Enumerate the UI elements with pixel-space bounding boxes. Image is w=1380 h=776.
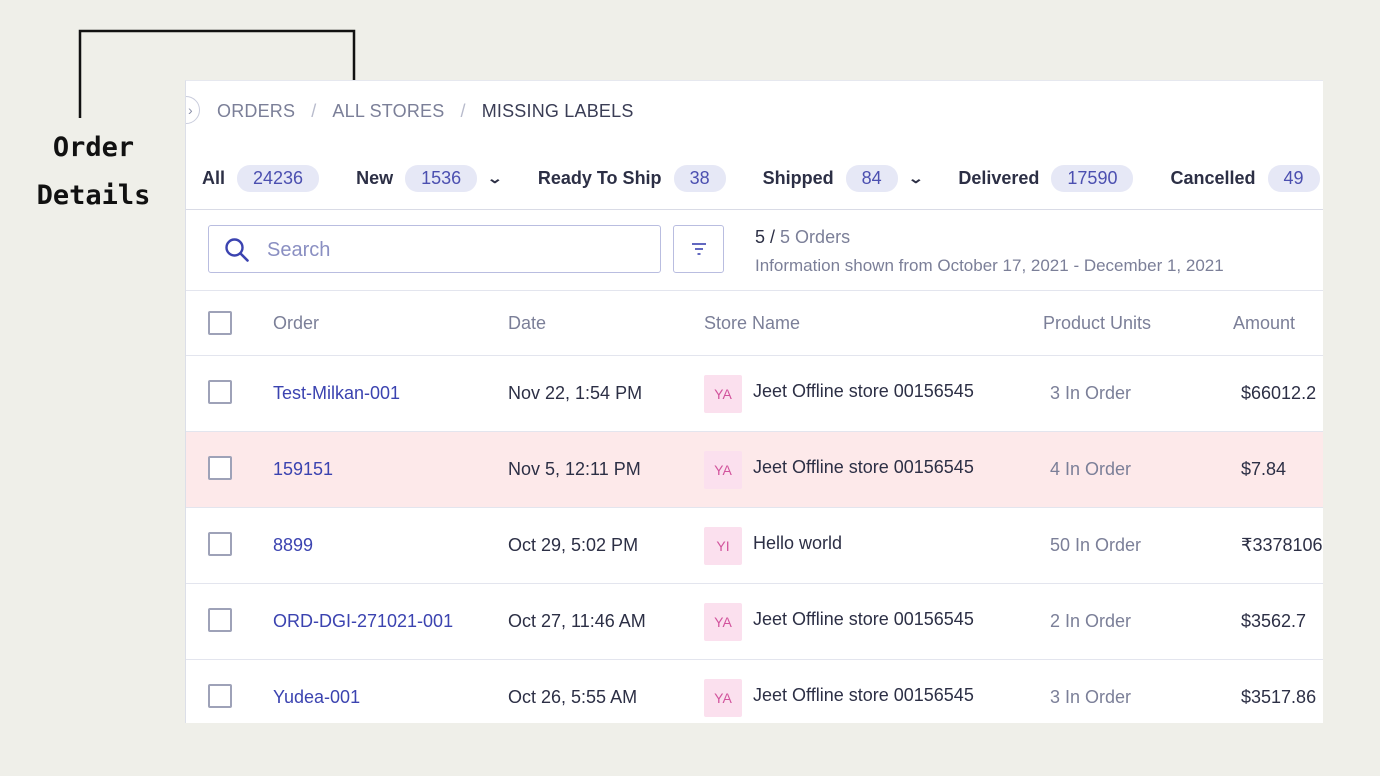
tab-cancelled[interactable]: Cancelled 49 bbox=[1170, 164, 1320, 192]
tab-all[interactable]: All 24236 bbox=[202, 164, 320, 192]
annotation-label: Order Details bbox=[26, 124, 161, 220]
order-link[interactable]: 159151 bbox=[273, 459, 333, 480]
product-units: 2 In Order bbox=[1050, 611, 1132, 631]
total-count: 5 Orders bbox=[780, 227, 851, 247]
row-checkbox[interactable] bbox=[208, 532, 232, 556]
product-units: 3 In Order bbox=[1050, 383, 1132, 403]
filter-button[interactable] bbox=[673, 225, 724, 273]
order-amount: $7.84 bbox=[1241, 459, 1287, 479]
order-link[interactable]: Yudea-001 bbox=[273, 687, 360, 708]
breadcrumb-all-stores[interactable]: ALL STORES bbox=[332, 101, 444, 122]
row-checkbox[interactable] bbox=[208, 456, 232, 480]
annotation-line-2: Details bbox=[36, 180, 151, 211]
order-date: Nov 22, 1:54 PM bbox=[508, 383, 643, 403]
table-row[interactable]: 8899 Oct 29, 5:02 PM YI Hello world 50 I… bbox=[186, 508, 1323, 584]
column-header-store[interactable]: Store Name bbox=[704, 291, 800, 355]
search-icon bbox=[225, 238, 249, 262]
table-header: Order Date Store Name Product Units Amou… bbox=[186, 291, 1323, 356]
tab-delivered[interactable]: Delivered 17590 bbox=[958, 164, 1134, 192]
order-date: Nov 5, 12:11 PM bbox=[508, 459, 641, 479]
filter-icon bbox=[692, 243, 706, 255]
table-row[interactable]: ORD-DGI-271021-001 Oct 27, 11:46 AM YA J… bbox=[186, 584, 1323, 660]
store-name: Jeet Offline store 00156545 bbox=[753, 381, 974, 401]
tab-new[interactable]: New 1536 ⌄ bbox=[356, 164, 503, 192]
status-tabs: All 24236 New 1536 ⌄ Ready To Ship 38 Sh… bbox=[186, 147, 1323, 210]
tab-label: Cancelled bbox=[1170, 167, 1256, 188]
store-name: Jeet Offline store 00156545 bbox=[753, 457, 974, 477]
row-checkbox[interactable] bbox=[208, 608, 232, 632]
table-row[interactable]: Test-Milkan-001 Nov 22, 1:54 PM YA Jeet … bbox=[186, 356, 1323, 432]
column-header-date[interactable]: Date bbox=[508, 291, 546, 355]
order-link[interactable]: 8899 bbox=[273, 535, 313, 556]
column-header-units[interactable]: Product Units bbox=[1043, 291, 1151, 355]
tab-count: 49 bbox=[1267, 164, 1320, 192]
annotation-line-1: Order bbox=[52, 132, 135, 163]
row-checkbox[interactable] bbox=[208, 380, 232, 404]
table-row[interactable]: 159151 Nov 5, 12:11 PM YA Jeet Offline s… bbox=[186, 432, 1323, 508]
tab-label: All bbox=[202, 167, 226, 188]
tab-count: 17590 bbox=[1051, 164, 1134, 192]
store-name: Hello world bbox=[753, 533, 843, 553]
store-avatar: YI bbox=[704, 526, 742, 565]
breadcrumb-orders[interactable]: ORDERS bbox=[217, 101, 295, 122]
select-all-checkbox[interactable] bbox=[208, 311, 232, 335]
breadcrumb: ORDERS / ALL STORES / MISSING LABELS bbox=[217, 101, 634, 122]
order-date: Oct 26, 5:55 AM bbox=[508, 687, 638, 707]
tab-ready-to-ship[interactable]: Ready To Ship 38 bbox=[537, 164, 726, 192]
order-date: Oct 27, 11:46 AM bbox=[508, 611, 646, 631]
order-count: 5 / 5 Orders bbox=[755, 227, 1224, 248]
store-name: Jeet Offline store 00156545 bbox=[753, 609, 974, 629]
tab-label: New bbox=[356, 167, 394, 188]
product-units: 50 In Order bbox=[1050, 535, 1142, 555]
column-header-order[interactable]: Order bbox=[273, 291, 319, 355]
breadcrumb-separator: / bbox=[460, 101, 466, 121]
row-checkbox[interactable] bbox=[208, 684, 232, 708]
orders-panel: › ORDERS / ALL STORES / MISSING LABELS A… bbox=[185, 80, 1323, 723]
breadcrumb-separator: / bbox=[311, 101, 317, 121]
store-name: Jeet Offline store 00156545 bbox=[753, 685, 974, 705]
count-separator: / bbox=[770, 227, 781, 247]
tab-label: Shipped bbox=[762, 167, 834, 188]
order-amount: $3517.86 bbox=[1241, 687, 1317, 707]
tab-label: Delivered bbox=[958, 167, 1040, 188]
search-box[interactable] bbox=[208, 225, 661, 273]
sidebar-toggle-button[interactable]: › bbox=[186, 96, 200, 124]
order-amount: $3562.7 bbox=[1241, 611, 1307, 631]
tab-count: 84 bbox=[845, 164, 898, 192]
order-link[interactable]: Test-Milkan-001 bbox=[273, 383, 400, 404]
orders-table-body: Test-Milkan-001 Nov 22, 1:54 PM YA Jeet … bbox=[186, 356, 1323, 723]
table-row[interactable]: Yudea-001 Oct 26, 5:55 AM YA Jeet Offlin… bbox=[186, 660, 1323, 723]
chevron-down-icon[interactable]: ⌄ bbox=[907, 170, 923, 187]
store-avatar: YA bbox=[704, 374, 742, 413]
tab-count: 24236 bbox=[237, 164, 320, 192]
chevron-right-icon: › bbox=[188, 102, 193, 118]
order-amount: $66012.2 bbox=[1241, 383, 1317, 403]
search-input[interactable] bbox=[265, 234, 649, 266]
tab-shipped[interactable]: Shipped 84 ⌄ bbox=[762, 164, 924, 192]
product-units: 4 In Order bbox=[1050, 459, 1132, 479]
breadcrumb-missing-labels: MISSING LABELS bbox=[481, 101, 634, 121]
date-range-info: Information shown from October 17, 2021 … bbox=[755, 256, 1224, 275]
order-link[interactable]: ORD-DGI-271021-001 bbox=[273, 611, 453, 632]
tab-count: 38 bbox=[673, 164, 726, 192]
shown-count: 5 bbox=[755, 227, 766, 247]
store-avatar: YA bbox=[704, 678, 742, 717]
tab-count: 1536 bbox=[405, 164, 478, 192]
order-summary: 5 / 5 Orders Information shown from Octo… bbox=[755, 227, 1224, 276]
chevron-down-icon[interactable]: ⌄ bbox=[487, 170, 503, 187]
tab-label: Ready To Ship bbox=[537, 167, 662, 188]
store-avatar: YA bbox=[704, 450, 742, 489]
order-amount: ₹3378106 bbox=[1241, 535, 1323, 555]
column-header-amount[interactable]: Amount bbox=[1233, 291, 1295, 355]
toolbar: 5 / 5 Orders Information shown from Octo… bbox=[186, 210, 1323, 291]
product-units: 3 In Order bbox=[1050, 687, 1132, 707]
store-avatar: YA bbox=[704, 602, 742, 641]
order-date: Oct 29, 5:02 PM bbox=[508, 535, 639, 555]
